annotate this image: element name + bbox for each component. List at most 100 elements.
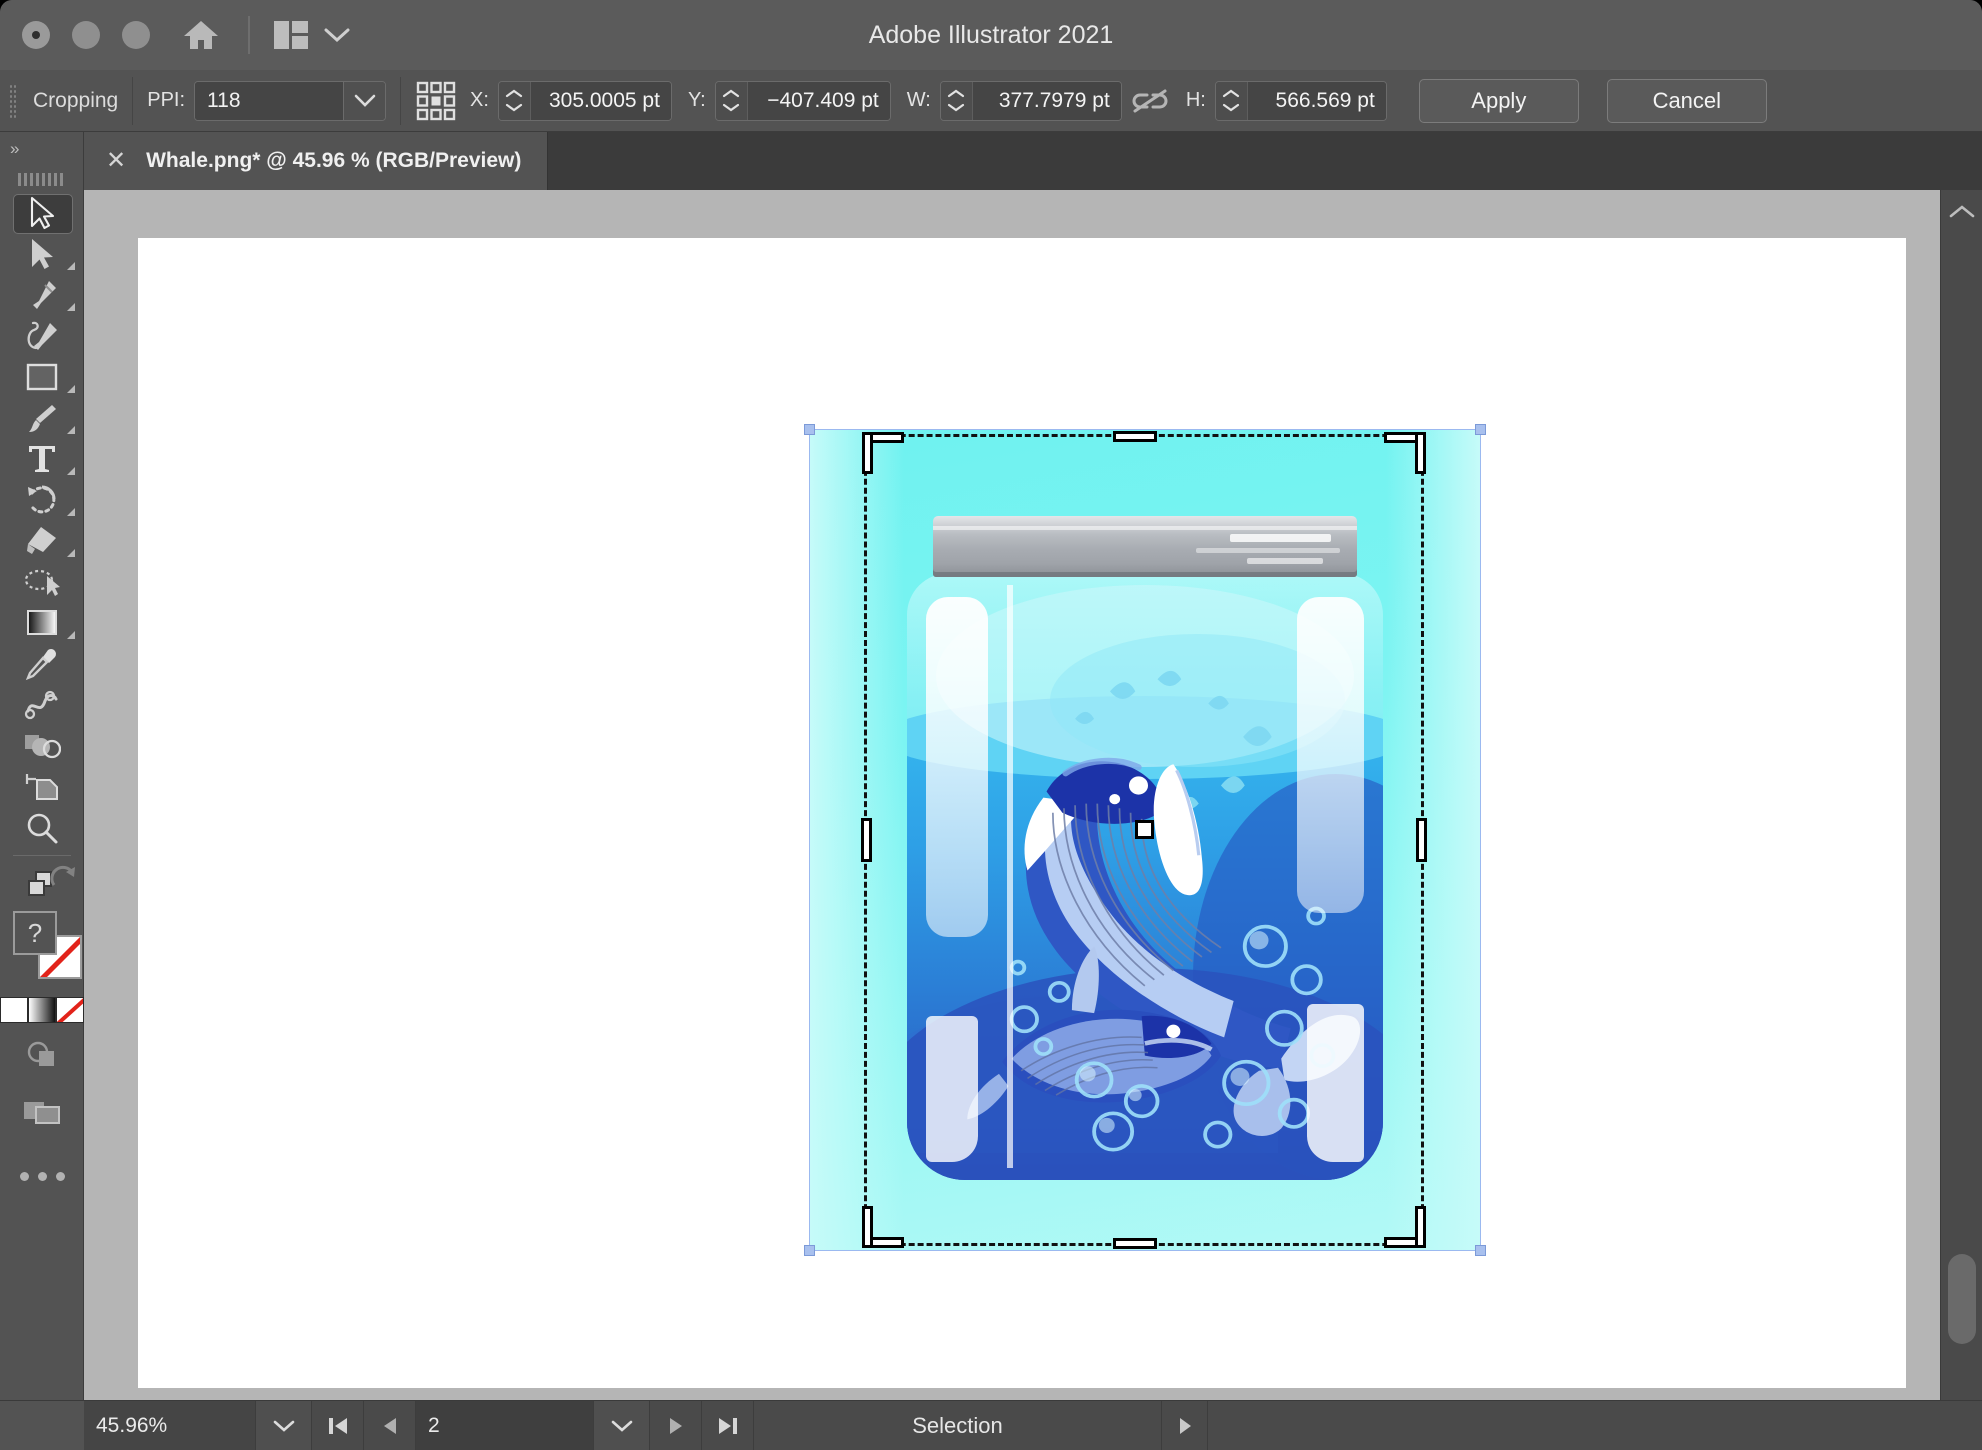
- document-tab[interactable]: ✕ Whale.png* @ 45.96 % (RGB/Preview): [84, 132, 549, 190]
- direct-selection-tool[interactable]: [0, 233, 84, 274]
- crop-handle-bottom-left[interactable]: [862, 1206, 904, 1248]
- artboard-dropdown[interactable]: [594, 1400, 650, 1450]
- curvature-tool[interactable]: [0, 315, 84, 356]
- blend-tool[interactable]: [0, 684, 84, 725]
- y-input[interactable]: −407.409 pt: [747, 81, 890, 120]
- eyedropper-tool[interactable]: [0, 643, 84, 684]
- first-artboard-button[interactable]: [312, 1400, 364, 1450]
- draw-behind-icon: [27, 1041, 54, 1066]
- minimize-window-button[interactable]: [72, 21, 100, 49]
- tool-flyout-indicator[interactable]: [67, 385, 75, 393]
- scroll-up-button[interactable]: [1941, 190, 1982, 234]
- type-tool[interactable]: [0, 438, 84, 479]
- ppi-field[interactable]: 118: [194, 80, 387, 121]
- color-swatch-button[interactable]: [0, 997, 28, 1023]
- y-field[interactable]: −407.409 pt: [714, 80, 891, 121]
- crop-handle-top-center[interactable]: [1113, 431, 1157, 442]
- tool-flyout-indicator[interactable]: [67, 262, 75, 270]
- home-icon[interactable]: [180, 14, 222, 56]
- shape-builder-tool[interactable]: [0, 725, 84, 766]
- reference-point-matrix-icon[interactable]: [415, 80, 457, 122]
- collapse-panel-button[interactable]: »: [0, 132, 83, 166]
- zoom-level-input[interactable]: 45.96%: [84, 1400, 256, 1450]
- artboard-number-input[interactable]: 2: [416, 1400, 594, 1450]
- draw-modes-button[interactable]: [0, 863, 84, 907]
- h-field[interactable]: 566.569 pt: [1214, 80, 1387, 121]
- crop-handle-bottom-right[interactable]: [1384, 1206, 1426, 1248]
- crop-marquee[interactable]: [864, 434, 1424, 1246]
- drawing-mode-button[interactable]: [0, 1027, 84, 1083]
- h-stepper[interactable]: [1215, 81, 1248, 120]
- w-label: W:: [906, 89, 931, 111]
- next-artboard-button[interactable]: [650, 1400, 702, 1450]
- chevron-down-icon: [1223, 103, 1240, 112]
- h-input[interactable]: 566.569 pt: [1247, 81, 1386, 120]
- crop-handle-middle-right[interactable]: [1416, 818, 1427, 862]
- selection-handle-bottom-left[interactable]: [804, 1245, 815, 1256]
- crop-handle-bottom-center[interactable]: [1113, 1238, 1157, 1249]
- edit-toolbar-button[interactable]: [0, 1141, 84, 1211]
- vertical-scroll-thumb[interactable]: [1948, 1254, 1976, 1344]
- previous-artboard-button[interactable]: [364, 1400, 416, 1450]
- paintbrush-tool[interactable]: [0, 397, 84, 438]
- next-artboard-icon: [669, 1417, 682, 1434]
- close-window-button[interactable]: [22, 21, 50, 49]
- tool-flyout-indicator[interactable]: [67, 303, 75, 311]
- zoom-level-dropdown[interactable]: [256, 1400, 312, 1450]
- w-input[interactable]: 377.7979 pt: [972, 81, 1121, 120]
- crop-handle-top-left[interactable]: [862, 432, 904, 474]
- close-icon[interactable]: ✕: [106, 149, 126, 173]
- selection-handle-bottom-right[interactable]: [1475, 1245, 1486, 1256]
- maximize-window-button[interactable]: [122, 21, 150, 49]
- tool-flyout-indicator[interactable]: [67, 508, 75, 516]
- selection-handle-top-left[interactable]: [804, 424, 815, 435]
- eraser-tool[interactable]: [0, 520, 84, 561]
- last-artboard-button[interactable]: [702, 1400, 754, 1450]
- control-bar: Cropping PPI: 118 X: 305.0005 pt Y: −407…: [0, 70, 1982, 132]
- crop-handle-top-right[interactable]: [1384, 432, 1426, 474]
- gradient-tool[interactable]: [0, 602, 84, 643]
- fill-swatch[interactable]: ?: [13, 911, 57, 955]
- ppi-label: PPI:: [147, 89, 186, 111]
- gradient-swatch-button[interactable]: [28, 997, 56, 1023]
- pen-tool[interactable]: [0, 274, 84, 315]
- rotate-tool[interactable]: [0, 479, 84, 520]
- ppi-input[interactable]: 118: [195, 81, 344, 120]
- y-stepper[interactable]: [715, 81, 748, 120]
- divider: [132, 76, 134, 125]
- mode-label: Cropping: [33, 88, 119, 112]
- crop-handle-middle-left[interactable]: [861, 818, 872, 862]
- status-menu-button[interactable]: [1162, 1400, 1208, 1450]
- arrange-documents-button[interactable]: [274, 21, 350, 49]
- selection-center-point[interactable]: [1135, 820, 1154, 839]
- x-field[interactable]: 305.0005 pt: [497, 80, 672, 121]
- ppi-dropdown-button[interactable]: [343, 81, 386, 120]
- rectangle-tool[interactable]: [0, 356, 84, 397]
- w-field[interactable]: 377.7979 pt: [939, 80, 1122, 121]
- broken-chain-link-icon[interactable]: [1130, 87, 1170, 115]
- x-stepper[interactable]: [498, 81, 531, 120]
- edit-toolbar-ellipsis-icon[interactable]: [19, 1171, 65, 1181]
- none-swatch-button[interactable]: [56, 997, 84, 1023]
- zoom-tool[interactable]: [0, 807, 84, 848]
- window-controls: [22, 21, 150, 49]
- tools-panel-grip[interactable]: [0, 166, 83, 192]
- tool-flyout-indicator[interactable]: [67, 549, 75, 557]
- cancel-button[interactable]: Cancel: [1606, 78, 1767, 123]
- tool-flyout-indicator[interactable]: [67, 631, 75, 639]
- tool-flyout-indicator[interactable]: [67, 467, 75, 475]
- canvas-area[interactable]: [84, 190, 1940, 1400]
- control-bar-grip[interactable]: [9, 83, 17, 118]
- w-stepper[interactable]: [940, 81, 973, 120]
- selection-handle-top-right[interactable]: [1475, 424, 1486, 435]
- illustrator-window: Adobe Illustrator 2021 Cropping PPI: 118: [0, 0, 1982, 1450]
- scale-tool[interactable]: [0, 561, 84, 602]
- selection-tool[interactable]: [0, 192, 84, 234]
- screen-mode-button[interactable]: [0, 1083, 84, 1141]
- toolbar-divider: [12, 855, 71, 856]
- x-input[interactable]: 305.0005 pt: [530, 81, 671, 120]
- vertical-scrollbar[interactable]: [1940, 190, 1982, 1400]
- artboard-tool[interactable]: [0, 766, 84, 807]
- apply-button[interactable]: Apply: [1418, 78, 1579, 123]
- tool-flyout-indicator[interactable]: [67, 426, 75, 434]
